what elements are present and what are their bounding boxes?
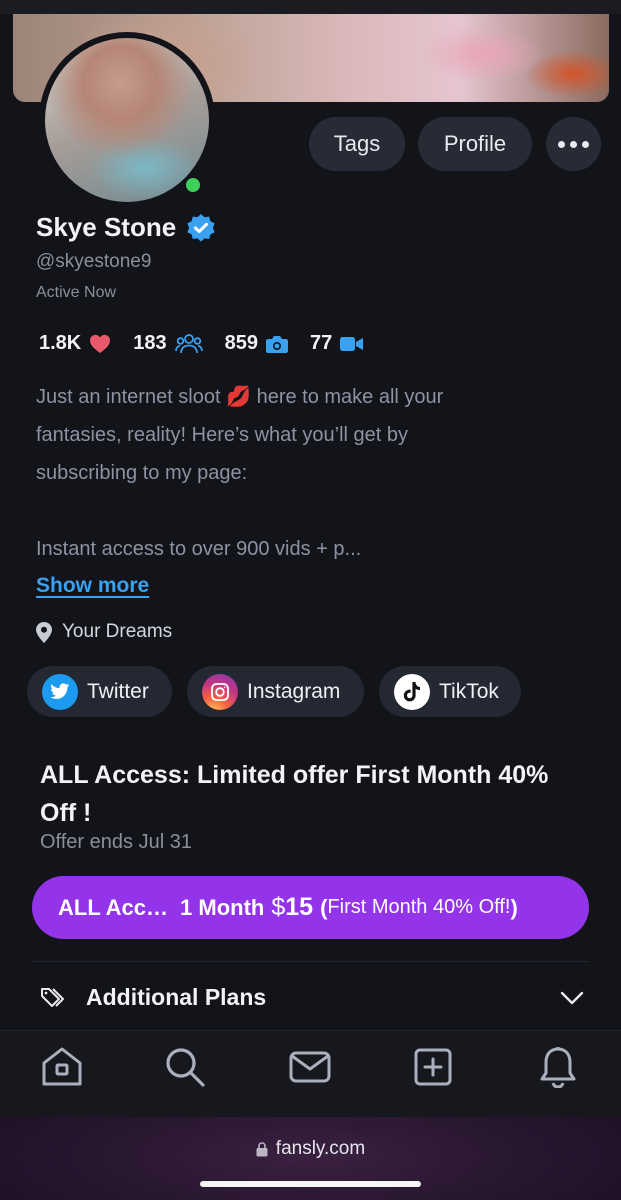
more-options-button[interactable] (546, 117, 601, 171)
subscribers-stat: 183 (133, 332, 203, 355)
tiktok-label: TikTok (439, 679, 499, 703)
twitter-link[interactable]: Twitter (27, 666, 172, 717)
photos-stat: 859 (225, 332, 288, 355)
more-icon (558, 140, 589, 148)
show-more-link[interactable]: Show more (36, 574, 149, 598)
profile-stats: 1.8K 183 859 77 (39, 332, 386, 355)
avatar[interactable] (45, 38, 209, 202)
browser-url[interactable]: fansly.com (0, 1138, 621, 1160)
profile-name-row: Skye Stone (36, 212, 216, 243)
bio-line: fantasies, reality! Here’s what you’ll g… (36, 424, 409, 446)
twitter-icon (42, 673, 78, 710)
profile-button[interactable]: Profile (418, 117, 532, 171)
additional-plans-toggle[interactable]: Additional Plans (40, 984, 266, 1011)
url-text: fansly.com (275, 1138, 366, 1159)
chevron-down-icon[interactable] (560, 990, 584, 1006)
subscribers-count: 183 (133, 332, 167, 354)
heart-icon (90, 334, 111, 353)
instagram-link[interactable]: Instagram (187, 666, 364, 717)
tiktok-link[interactable]: TikTok (379, 666, 521, 717)
instagram-label: Instagram (247, 679, 341, 703)
subscribe-paren-close: ) (510, 894, 518, 920)
nav-create-button[interactable] (411, 1045, 455, 1089)
tags-button[interactable]: Tags (309, 117, 405, 171)
nav-home-button[interactable] (40, 1045, 84, 1089)
search-icon (166, 1048, 205, 1087)
likes-stat: 1.8K (39, 332, 111, 355)
bio-line: Instant access to over 900 vids + p... (36, 538, 362, 560)
subscribe-duration: 1 Month (180, 894, 265, 920)
online-indicator (183, 175, 203, 195)
subscribe-note: First Month 40% Off! (327, 896, 511, 918)
nav-messages-button[interactable] (288, 1045, 332, 1089)
offer-title: ALL Access: Limited offer First Month 40… (40, 761, 549, 827)
tiktok-icon (394, 673, 430, 710)
bell-icon (540, 1047, 576, 1088)
profile-bio: Just an internet sloot 💋 here to make al… (36, 378, 576, 568)
subscribe-tier: ALL Acc… (58, 894, 169, 920)
location-text: Your Dreams (62, 621, 173, 642)
videos-count: 77 (310, 332, 333, 354)
status-bar-remnant (0, 0, 621, 14)
camera-icon (266, 336, 288, 353)
home-indicator[interactable] (200, 1181, 421, 1187)
subscribe-button[interactable]: ALL Acc… 1 Month $ 15 ( First Month 40% … (32, 876, 589, 939)
likes-count: 1.8K (39, 332, 82, 354)
nav-search-button[interactable] (163, 1045, 207, 1089)
lock-icon (256, 1141, 268, 1156)
active-status: Active Now (36, 284, 117, 301)
twitter-label: Twitter (87, 679, 149, 703)
subscribe-currency: $ (271, 893, 286, 921)
add-post-icon (414, 1048, 452, 1086)
home-icon (42, 1047, 82, 1086)
nav-notifications-button[interactable] (536, 1045, 580, 1089)
subscribe-paren-open: ( (320, 894, 328, 920)
bio-line: subscribing to my page: (36, 462, 248, 484)
location: Your Dreams (36, 621, 172, 643)
verified-badge-icon (187, 213, 215, 242)
price-tag-icon (41, 987, 64, 1007)
divider (32, 961, 589, 962)
offer-end-date: Offer ends Jul 31 (40, 831, 192, 853)
location-pin-icon (36, 621, 52, 643)
users-icon (174, 333, 203, 353)
instagram-icon (202, 673, 238, 710)
profile-handle: @skyestone9 (36, 251, 152, 272)
envelope-icon (289, 1051, 331, 1083)
video-camera-icon (340, 336, 364, 351)
additional-plans-label: Additional Plans (86, 984, 267, 1010)
profile-name: Skye Stone (36, 212, 177, 242)
subscribe-price: 15 (285, 893, 314, 921)
bio-line: Just an internet sloot 💋 here to make al… (36, 386, 444, 408)
photos-count: 859 (224, 332, 258, 354)
videos-stat: 77 (310, 332, 364, 355)
